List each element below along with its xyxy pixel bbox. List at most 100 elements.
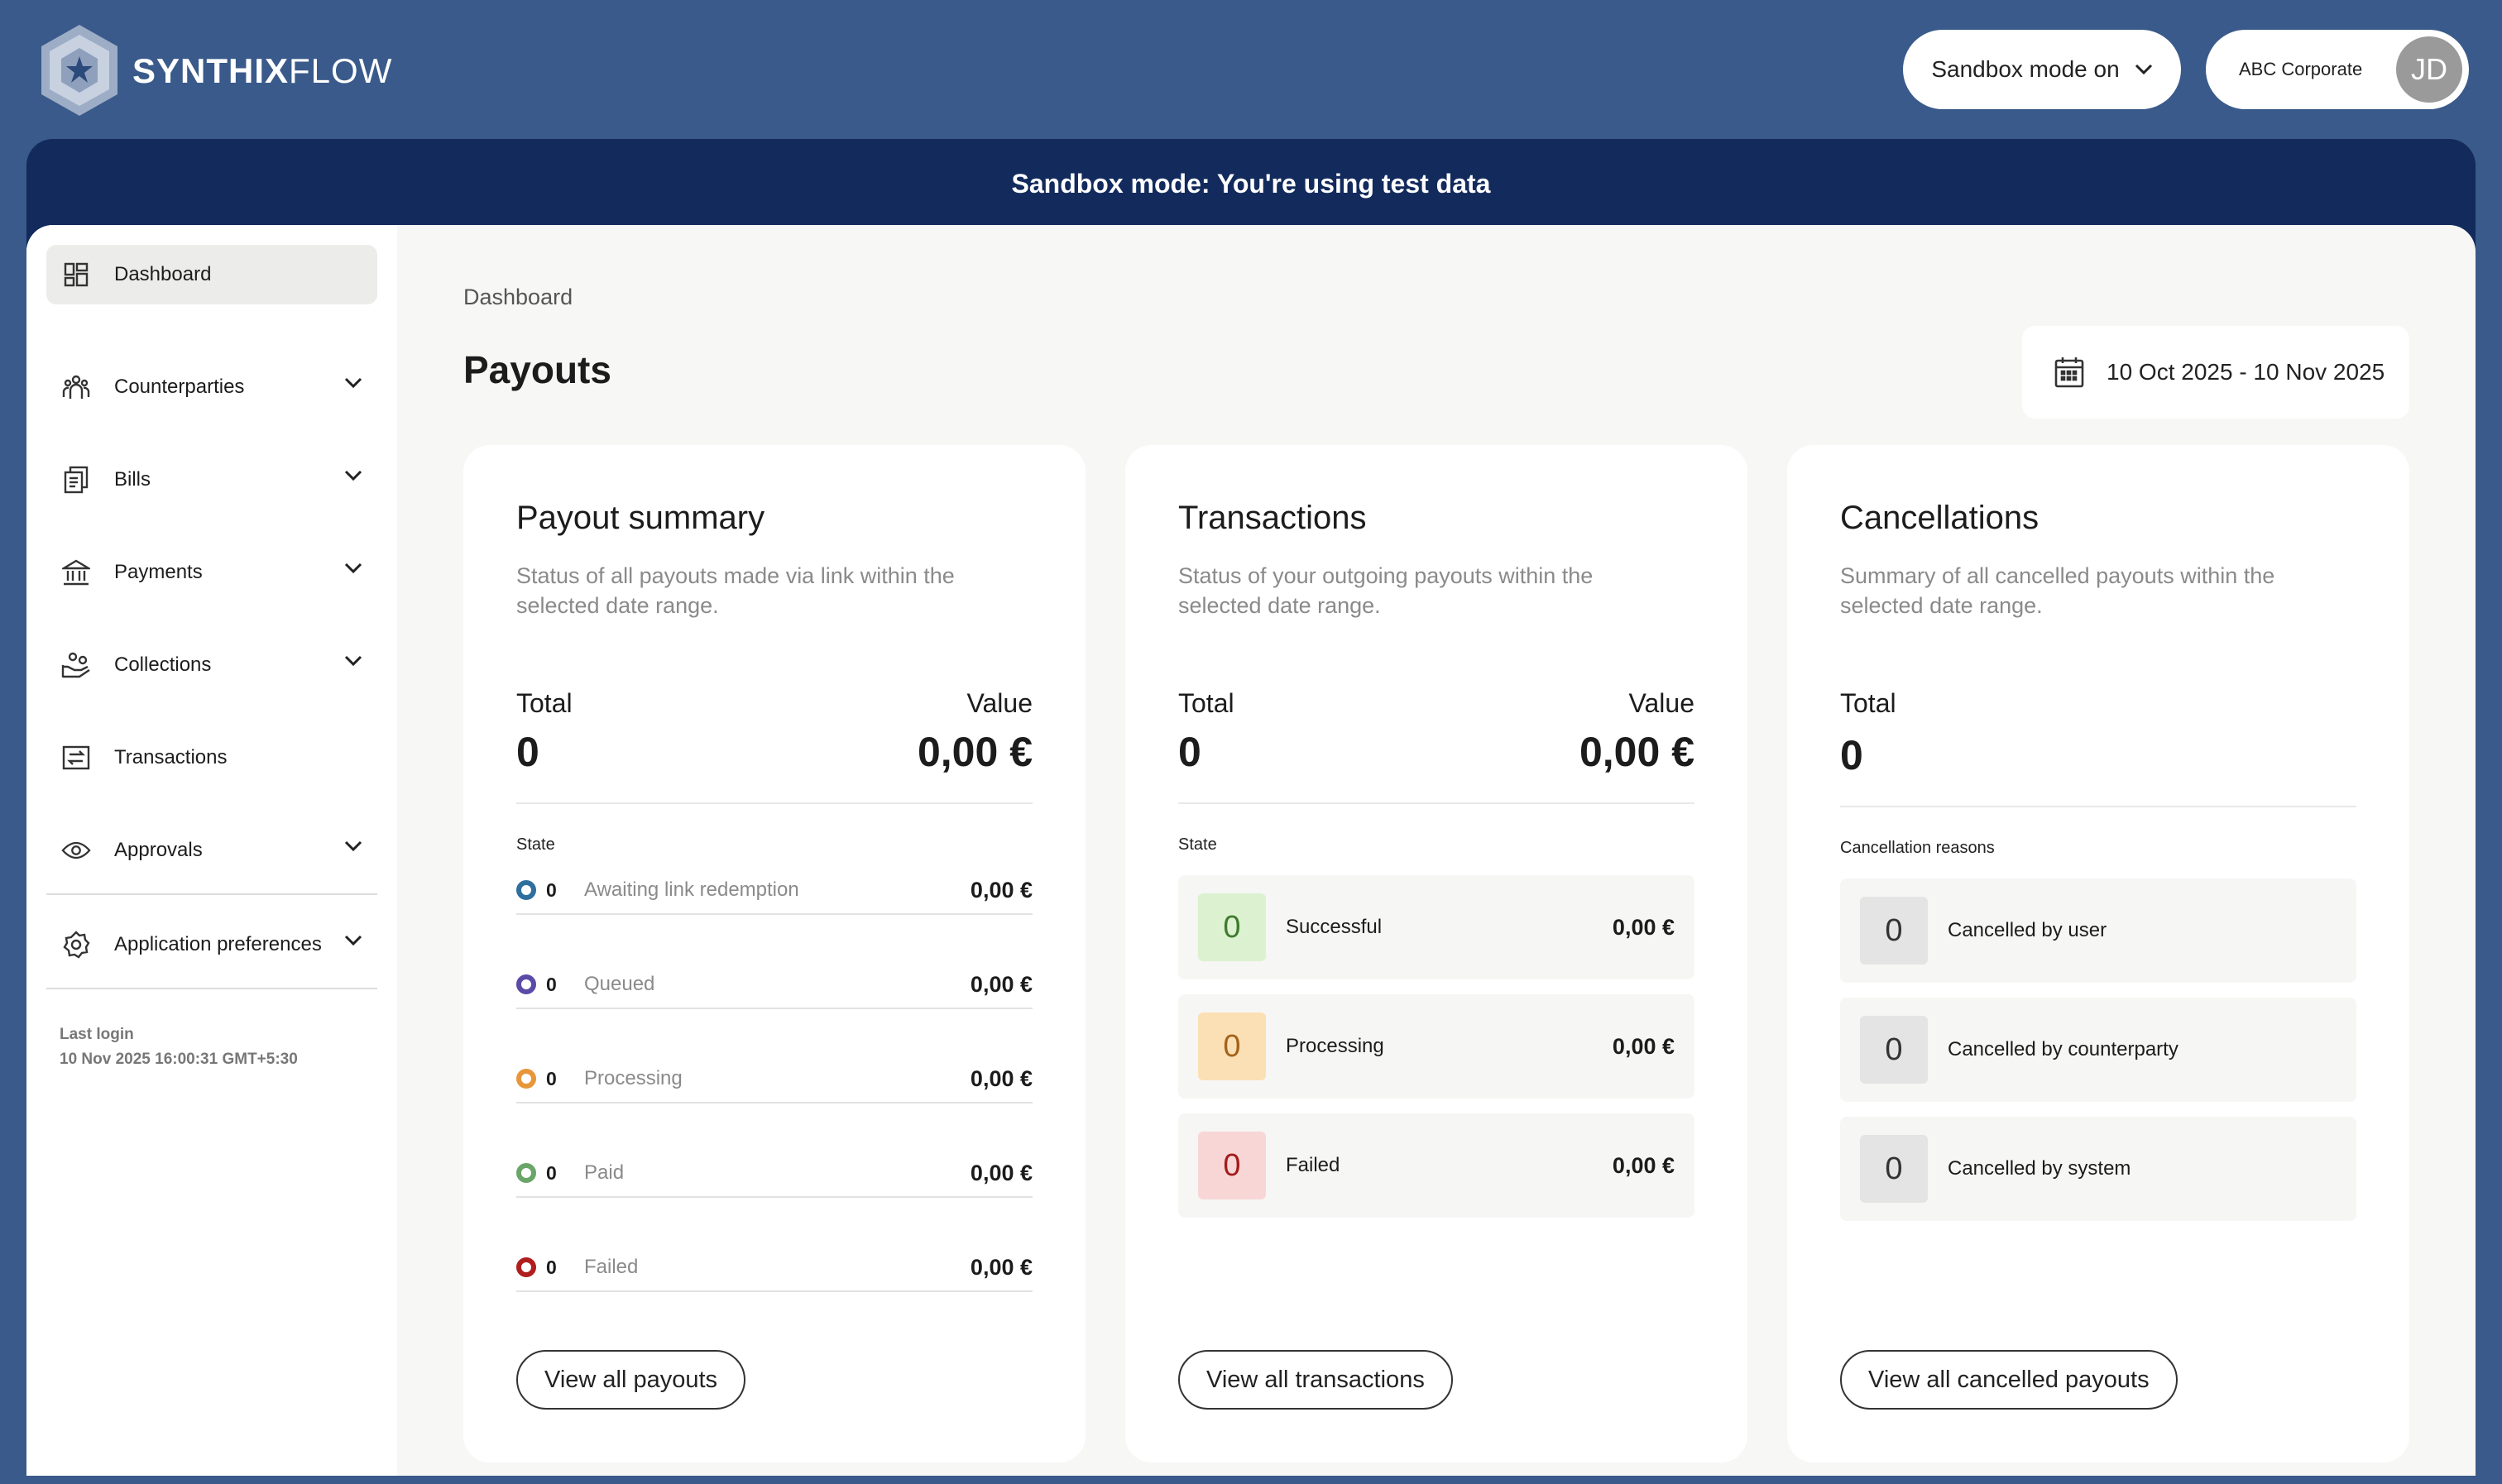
count-badge: 0 bbox=[1198, 893, 1266, 961]
state-label: Processing bbox=[1286, 1035, 1384, 1057]
brand-logo[interactable]: SYNTHIXFLOW bbox=[36, 23, 392, 119]
total-label: Total bbox=[1178, 688, 1234, 718]
total-value: 0,00 € bbox=[1579, 729, 1694, 775]
status-dot-icon bbox=[516, 1069, 536, 1089]
state-count: 0 bbox=[546, 1161, 557, 1184]
sidebar-item-label: Collections bbox=[114, 653, 212, 676]
state-label: Failed bbox=[1286, 1154, 1340, 1176]
transaction-state-failed[interactable]: 0 Failed 0,00 € bbox=[1178, 1113, 1694, 1218]
page-title: Payouts bbox=[463, 348, 611, 391]
last-login-value: 10 Nov 2025 16:00:31 GMT+5:30 bbox=[60, 1051, 298, 1068]
card-title: Payout summary bbox=[516, 500, 765, 536]
date-range-text: 10 Oct 2025 - 10 Nov 2025 bbox=[2107, 359, 2385, 385]
state-amount: 0,00 € bbox=[970, 877, 1033, 902]
reason-label: Cancelled by user bbox=[1948, 919, 2107, 941]
sidebar-item-collections[interactable]: Collections bbox=[46, 635, 377, 695]
sidebar-item-counterparties[interactable]: Counterparties bbox=[46, 357, 377, 417]
total-count: 0 bbox=[1178, 729, 1201, 775]
state-label: Awaiting link redemption bbox=[584, 878, 799, 901]
sandbox-mode-label: Sandbox mode on bbox=[1931, 56, 2120, 82]
state-label: Processing bbox=[584, 1067, 683, 1089]
chevron-down-icon bbox=[344, 935, 362, 946]
state-label: State bbox=[1178, 835, 1217, 854]
sidebar-item-label: Bills bbox=[114, 468, 151, 491]
state-count: 0 bbox=[546, 1256, 557, 1278]
chevron-down-icon bbox=[344, 840, 362, 852]
total-count: 0 bbox=[1840, 732, 1863, 778]
state-label: Failed bbox=[584, 1256, 639, 1278]
count-badge: 0 bbox=[1860, 1016, 1928, 1084]
state-label: Queued bbox=[584, 973, 655, 995]
transaction-state-successful[interactable]: 0 Successful 0,00 € bbox=[1178, 875, 1694, 979]
last-login-label: Last login bbox=[60, 1026, 134, 1043]
sidebar: Dashboard Counterparties Bills Payments bbox=[26, 225, 397, 1476]
bills-icon bbox=[61, 465, 91, 495]
cancellation-reason-system[interactable]: 0 Cancelled by system bbox=[1840, 1117, 2356, 1221]
card-title: Cancellations bbox=[1840, 500, 2039, 536]
state-row-paid: 0 Paid 0,00 € bbox=[516, 1150, 1033, 1198]
sidebar-item-dashboard[interactable]: Dashboard bbox=[46, 245, 377, 304]
sidebar-item-label: Transactions bbox=[114, 746, 228, 768]
sidebar-divider bbox=[46, 988, 377, 989]
state-label: Successful bbox=[1286, 916, 1383, 938]
breadcrumb[interactable]: Dashboard bbox=[463, 285, 573, 310]
sidebar-item-bills[interactable]: Bills bbox=[46, 450, 377, 510]
calendar-icon bbox=[2054, 357, 2084, 388]
bank-icon bbox=[61, 558, 91, 587]
card-description: Status of all payouts made via link with… bbox=[516, 563, 955, 618]
state-amount: 0,00 € bbox=[970, 1065, 1033, 1091]
cancellation-reason-user[interactable]: 0 Cancelled by user bbox=[1840, 878, 2356, 983]
gear-icon bbox=[61, 930, 91, 960]
sandbox-mode-select[interactable]: Sandbox mode on bbox=[1903, 30, 2181, 109]
logo-icon bbox=[41, 25, 117, 116]
sidebar-item-label: Counterparties bbox=[114, 376, 245, 398]
people-icon bbox=[61, 372, 91, 402]
status-dot-icon bbox=[516, 974, 536, 994]
avatar[interactable]: JD bbox=[2396, 36, 2462, 103]
card-divider bbox=[1178, 802, 1694, 804]
count-badge: 0 bbox=[1198, 1132, 1266, 1199]
view-all-payouts-button[interactable]: View all payouts bbox=[516, 1350, 746, 1410]
count-badge: 0 bbox=[1860, 897, 1928, 965]
view-all-transactions-button[interactable]: View all transactions bbox=[1178, 1350, 1453, 1410]
sidebar-item-payments[interactable]: Payments bbox=[46, 543, 377, 602]
state-amount: 0,00 € bbox=[970, 1160, 1033, 1185]
transaction-state-processing[interactable]: 0 Processing 0,00 € bbox=[1178, 994, 1694, 1099]
account-menu[interactable]: ABC Corporate JD bbox=[2206, 30, 2469, 109]
transactions-card: Transactions Status of your outgoing pay… bbox=[1125, 445, 1747, 1462]
state-amount: 0,00 € bbox=[1612, 914, 1675, 940]
cancellations-card: Cancellations Summary of all cancelled p… bbox=[1787, 445, 2409, 1462]
total-count: 0 bbox=[516, 729, 539, 775]
state-label: Paid bbox=[584, 1161, 625, 1184]
total-label: Total bbox=[1840, 688, 1896, 718]
sidebar-item-application-preferences[interactable]: Application preferences bbox=[46, 915, 377, 974]
dashboard-icon bbox=[61, 260, 91, 290]
sidebar-item-transactions[interactable]: Transactions bbox=[46, 728, 377, 787]
sidebar-item-approvals[interactable]: Approvals bbox=[46, 821, 377, 880]
state-row-queued: 0 Queued 0,00 € bbox=[516, 961, 1033, 1009]
state-row-awaiting: 0 Awaiting link redemption 0,00 € bbox=[516, 867, 1033, 915]
sandbox-banner-text: Sandbox mode: You're using test data bbox=[1011, 169, 1491, 199]
value-label: Value bbox=[966, 688, 1033, 718]
total-label: Total bbox=[516, 688, 573, 718]
chevron-down-icon bbox=[344, 562, 362, 574]
state-amount: 0,00 € bbox=[970, 971, 1033, 997]
sidebar-divider bbox=[46, 893, 377, 895]
card-description: Status of your outgoing payouts within t… bbox=[1178, 563, 1594, 618]
brand-name: SYNTHIXFLOW bbox=[132, 51, 393, 90]
reason-label: Cancelled by system bbox=[1948, 1157, 2131, 1180]
reason-label: Cancelled by counterparty bbox=[1948, 1038, 2178, 1060]
cancellation-reason-counterparty[interactable]: 0 Cancelled by counterparty bbox=[1840, 998, 2356, 1102]
chevron-down-icon bbox=[2135, 64, 2152, 75]
state-count: 0 bbox=[546, 973, 557, 995]
chevron-down-icon bbox=[344, 470, 362, 481]
date-range-picker[interactable]: 10 Oct 2025 - 10 Nov 2025 bbox=[2022, 326, 2409, 419]
view-all-cancelled-payouts-button[interactable]: View all cancelled payouts bbox=[1840, 1350, 2178, 1410]
state-amount: 0,00 € bbox=[1612, 1152, 1675, 1178]
status-dot-icon bbox=[516, 1257, 536, 1277]
cancellation-reasons-label: Cancellation reasons bbox=[1840, 839, 1995, 857]
state-label: State bbox=[516, 835, 555, 854]
count-badge: 0 bbox=[1860, 1135, 1928, 1203]
state-count: 0 bbox=[546, 1067, 557, 1089]
state-amount: 0,00 € bbox=[970, 1254, 1033, 1280]
